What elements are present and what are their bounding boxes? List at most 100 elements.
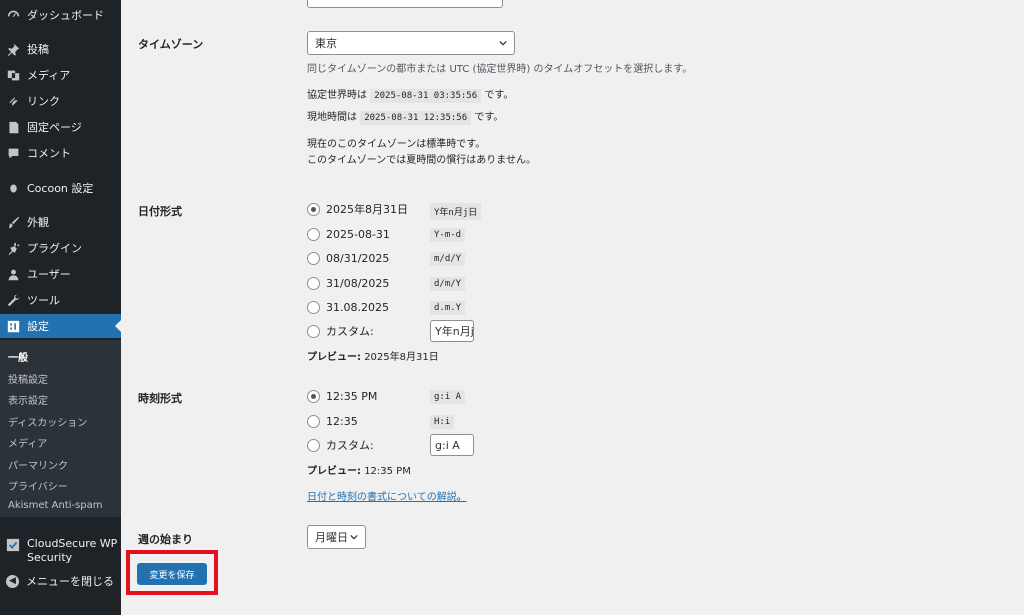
time-format-custom-option[interactable]: カスタム: <box>307 437 374 453</box>
comment-icon <box>6 146 20 160</box>
submenu-item-permalinks[interactable]: パーマリンク <box>8 457 68 472</box>
preview-label: プレビュー: <box>307 352 361 363</box>
date-format-option-label: 2025年8月31日 <box>326 203 408 216</box>
sidebar-item-links[interactable]: リンク <box>0 89 121 113</box>
date-format-option[interactable]: 08/31/2025 <box>307 250 389 266</box>
date-format-option[interactable]: 31/08/2025 <box>307 275 389 291</box>
cocoon-icon <box>6 181 20 195</box>
doc-link-text[interactable]: 日付と時刻の書式についての解説 <box>307 492 457 503</box>
timezone-note-dst: このタイムゾーンでは夏時間の慣行はありません。 <box>307 155 536 166</box>
local-time-value: 2025-08-31 12:35:56 <box>360 111 472 125</box>
radio-button[interactable] <box>307 227 320 241</box>
date-format-label: 日付形式 <box>138 205 182 218</box>
sidebar-item-label: 設定 <box>27 320 49 333</box>
sidebar-item-media[interactable]: メディア <box>0 63 121 87</box>
time-format-option[interactable]: 12:35 PM <box>307 388 377 404</box>
sidebar-item-settings[interactable]: 設定 <box>0 314 121 338</box>
radio-button[interactable] <box>307 389 320 403</box>
radio-button[interactable] <box>307 251 320 265</box>
submenu-item-reading[interactable]: 表示設定 <box>8 392 48 407</box>
submenu-item-general[interactable]: 一般 <box>8 349 28 364</box>
dashboard-icon <box>6 8 20 22</box>
plugin-icon <box>6 241 20 255</box>
time-format-custom-label: カスタム: <box>326 439 374 452</box>
submenu-item-writing[interactable]: 投稿設定 <box>8 371 48 386</box>
date-format-option-label: 31.08.2025 <box>326 300 389 314</box>
settings-icon <box>6 319 20 333</box>
submenu-item-privacy[interactable]: プライバシー <box>8 478 68 493</box>
utc-suffix: です。 <box>484 90 514 101</box>
shield-check-icon <box>6 538 20 552</box>
timezone-select[interactable]: 東京 <box>307 31 515 55</box>
week-start-select[interactable]: 月曜日 <box>307 525 366 549</box>
date-format-code: d/m/Y <box>430 277 466 291</box>
sidebar-item-comments[interactable]: コメント <box>0 141 121 165</box>
sidebar-item-posts[interactable]: 投稿 <box>0 37 121 61</box>
sidebar-item-dashboard[interactable]: ダッシュボード <box>0 3 121 27</box>
time-format-option-label: 12:35 PM <box>326 389 378 403</box>
settings-submenu: 一般 投稿設定 表示設定 ディスカッション メディア パーマリンク プライバシー… <box>0 340 121 517</box>
submenu-item-discussion[interactable]: ディスカッション <box>8 414 87 429</box>
timezone-value: 東京 <box>315 37 337 50</box>
sidebar-item-plugins[interactable]: プラグイン <box>0 236 121 260</box>
local-suffix: です。 <box>474 112 504 123</box>
sidebar-item-label: メディア <box>27 69 71 82</box>
submenu-item-media[interactable]: メディア <box>8 435 47 450</box>
submenu-item-akismet[interactable]: Akismet Anti-spam <box>8 500 103 511</box>
date-format-preview: プレビュー: 2025年8月31日 <box>307 348 439 363</box>
page-icon <box>6 120 20 134</box>
preview-label: プレビュー: <box>307 466 361 477</box>
local-prefix: 現地時間は <box>307 112 357 123</box>
radio-button[interactable] <box>307 414 320 428</box>
settings-main: タイムゾーン 東京 同じタイムゾーンの都市または UTC (協定世界時) のタイ… <box>121 0 1024 615</box>
preview-value: 12:35 PM <box>364 466 411 477</box>
user-icon <box>6 267 20 281</box>
sidebar-item-tools[interactable]: ツール <box>0 288 121 312</box>
preview-value: 2025年8月31日 <box>364 352 439 363</box>
date-format-custom-input[interactable]: Y年n月j日 <box>430 320 474 342</box>
sidebar-item-label: リンク <box>27 95 60 108</box>
date-format-code: Y-m-d <box>430 228 466 242</box>
chevron-down-icon <box>350 534 358 540</box>
radio-button[interactable] <box>307 202 320 216</box>
site-language-select[interactable] <box>307 0 503 8</box>
utc-time-value: 2025-08-31 03:35:56 <box>370 89 482 103</box>
save-changes-button[interactable]: 変更を保存 <box>137 563 207 585</box>
date-format-option-label: 2025-08-31 <box>326 227 390 241</box>
sidebar-item-users[interactable]: ユーザー <box>0 262 121 286</box>
sidebar-item-cocoon[interactable]: Cocoon 設定 <box>0 176 121 200</box>
collapse-menu-button[interactable]: ◀ メニューを閉じる <box>0 573 121 589</box>
date-format-option[interactable]: 2025年8月31日 <box>307 201 408 217</box>
sidebar-item-label: ダッシュボード <box>27 9 104 22</box>
date-format-option[interactable]: 2025-08-31 <box>307 226 390 242</box>
utc-prefix: 協定世界時は <box>307 90 367 101</box>
sidebar-item-label: 固定ページ <box>27 121 82 134</box>
sidebar-item-label: CloudSecure WP Security <box>27 537 118 564</box>
date-format-custom-label: カスタム: <box>326 325 374 338</box>
date-format-option-label: 08/31/2025 <box>326 251 390 265</box>
time-format-option[interactable]: 12:35 <box>307 413 358 429</box>
time-format-custom-input[interactable]: g:i A <box>430 434 474 456</box>
doc-link-suffix: 。 <box>456 492 467 503</box>
date-format-option[interactable]: 31.08.2025 <box>307 299 389 315</box>
date-format-code: Y年n月j日 <box>430 203 482 220</box>
link-icon <box>6 94 20 108</box>
chevron-down-icon <box>499 40 507 46</box>
time-format-option-label: 12:35 <box>326 414 358 428</box>
time-format-preview: プレビュー: 12:35 PM <box>307 462 411 477</box>
sidebar-item-pages[interactable]: 固定ページ <box>0 115 121 139</box>
radio-button[interactable] <box>307 324 320 338</box>
date-format-custom-option[interactable]: カスタム: <box>307 323 374 339</box>
admin-sidebar: ダッシュボード 投稿 メディア リンク 固定ページ コメント Cocoon 設定… <box>0 0 121 615</box>
sidebar-item-appearance[interactable]: 外観 <box>0 210 121 234</box>
radio-button[interactable] <box>307 276 320 290</box>
sidebar-item-label: 投稿 <box>27 43 49 56</box>
date-time-doc-link[interactable]: 日付と時刻の書式についての解説。 <box>307 488 467 503</box>
time-format-code: g:i A <box>430 390 466 404</box>
time-format-label: 時刻形式 <box>138 392 182 405</box>
radio-button[interactable] <box>307 300 320 314</box>
radio-button[interactable] <box>307 438 320 452</box>
timezone-note-standard: 現在のこのタイムゾーンは標準時です。 <box>307 139 486 150</box>
sidebar-item-cloudsecure[interactable]: CloudSecure WP Security <box>0 537 121 565</box>
sidebar-item-label: Cocoon 設定 <box>27 182 94 195</box>
